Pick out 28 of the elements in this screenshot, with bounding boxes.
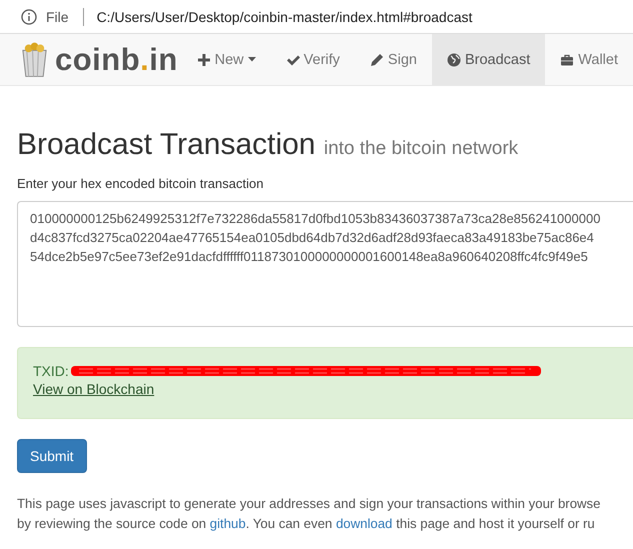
- check-icon: [286, 52, 300, 66]
- footer-text: this page and host it yourself or ru: [395, 516, 595, 531]
- nav-tab[interactable]: Sign: [354, 34, 432, 85]
- footer-link[interactable]: github: [210, 516, 246, 531]
- field-label: Enter your hex encoded bitcoin transaction: [17, 176, 264, 191]
- briefcase-icon: [560, 52, 574, 66]
- txid-label: TXID:: [33, 363, 69, 379]
- footer-text: . You can even: [246, 516, 334, 531]
- coin-bucket-icon: [20, 42, 49, 78]
- page-subtitle: into the bitcoin network: [324, 138, 518, 159]
- blockchain-link[interactable]: View on Blockchain: [33, 381, 154, 397]
- footer-link[interactable]: download: [336, 516, 392, 531]
- transaction-field[interactable]: 010000000125b6249925312f7e732286da55817d0fbd1053b83436037387a73ca28e856241000000 d4c837fcd3275ca02204ae47765154ea0105dbd64db7d32d6adf28d93faeca83a49183be75ac86e4 54dce2b5e97c5ee73ef2e91dacfdffffff0118730100000000001600148ea8a960640208ffc4fc9f49e5: [17, 201, 633, 327]
- nav-tab[interactable]: Wallet: [545, 34, 633, 85]
- nav-tab[interactable]: Verify: [270, 34, 355, 85]
- footer-text: by reviewing the source code on: [17, 516, 208, 531]
- footer-text: This page uses javascript to generate your addresses and sign your transactions within your browse: [17, 496, 600, 511]
- submit-button[interactable]: Submit: [17, 439, 87, 473]
- url-field[interactable]: C:/Users/User/Desktop/coinbin-master/index.html#broadcast: [96, 8, 472, 24]
- scheme-label: File: [46, 8, 69, 24]
- plus-icon: [196, 52, 211, 66]
- nav-tab[interactable]: Broadcast: [432, 34, 546, 85]
- nav-tab[interactable]: New: [182, 34, 271, 85]
- page-title: Broadcast Transaction: [17, 128, 316, 161]
- pencil-icon: [370, 52, 384, 66]
- info-icon[interactable]: [21, 8, 37, 24]
- brand-logo[interactable]: coinb.in: [55, 42, 178, 78]
- globe-icon: [446, 52, 461, 66]
